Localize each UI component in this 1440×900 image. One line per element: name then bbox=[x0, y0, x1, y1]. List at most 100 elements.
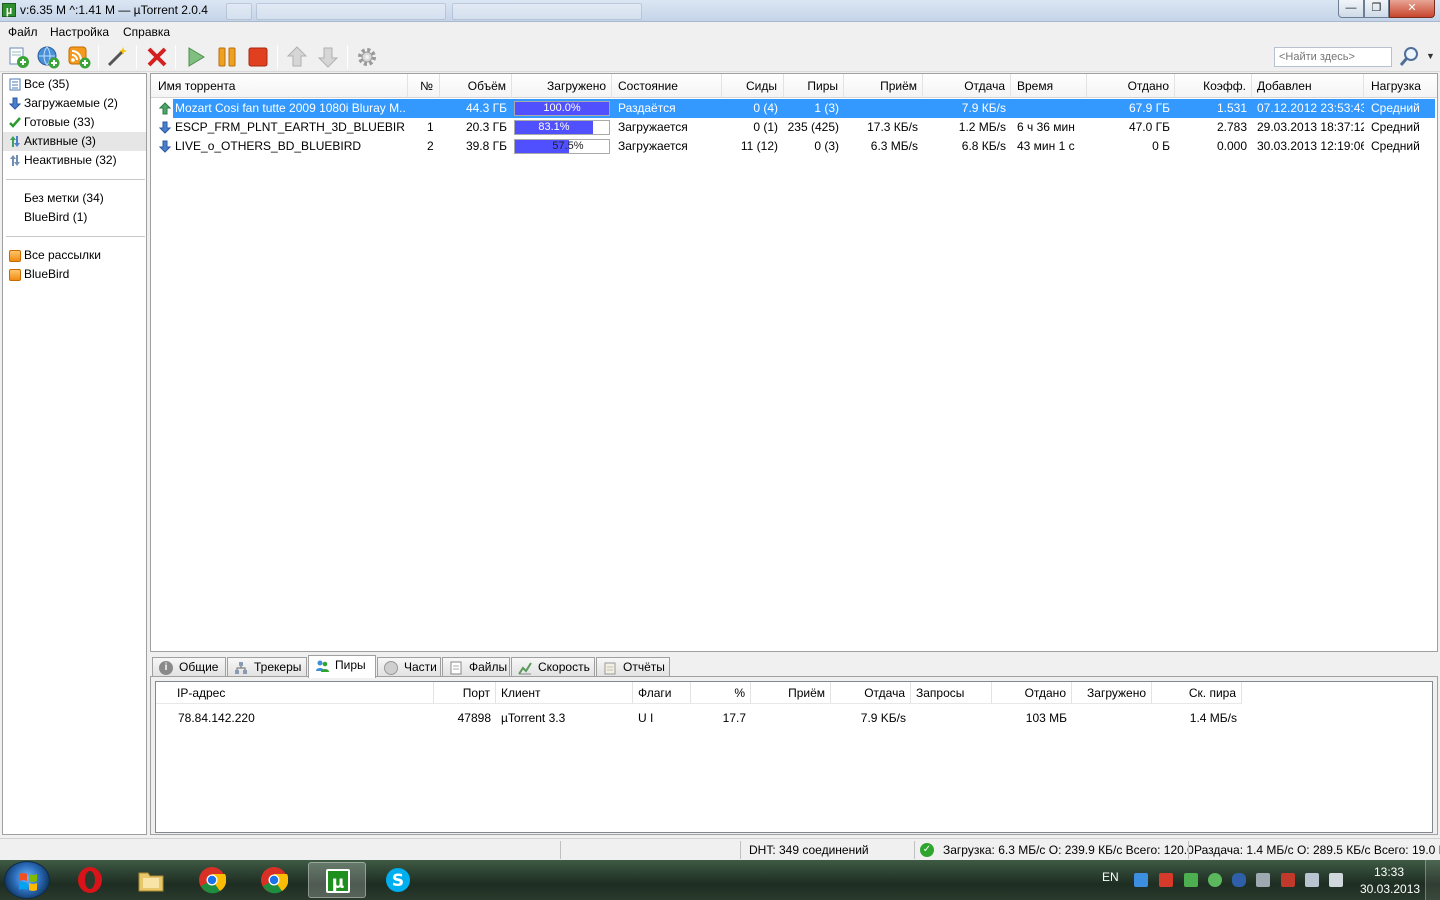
column-header-seeds[interactable]: Сиды bbox=[722, 74, 784, 98]
tab-files[interactable]: Файлы bbox=[442, 657, 510, 677]
taskbar-explorer[interactable] bbox=[122, 862, 180, 898]
keyboard-language-indicator[interactable]: EN bbox=[1102, 870, 1119, 884]
show-desktop-button[interactable] bbox=[1425, 860, 1440, 900]
peers-panel: IP-адрес Порт Клиент Флаги % Приём Отдач… bbox=[150, 676, 1438, 835]
peers-header-peer-speed[interactable]: Ск. пира bbox=[1152, 682, 1242, 704]
torrent-up-speed: 1.2 МБ/s bbox=[958, 120, 1006, 134]
taskbar-utorrent[interactable]: µ bbox=[308, 862, 366, 898]
torrent-row[interactable]: LIVE_o_OTHERS_BD_BLUEBIRD 2 39.8 ГБ 57.5… bbox=[151, 137, 1437, 156]
column-header-added[interactable]: Добавлен bbox=[1252, 74, 1364, 98]
tab-trackers[interactable]: Трекеры bbox=[227, 657, 307, 677]
peers-header-flags[interactable]: Флаги bbox=[633, 682, 691, 704]
torrent-ratio: 2.783 bbox=[1216, 120, 1247, 134]
tray-utorrent-icon[interactable] bbox=[1208, 873, 1222, 887]
menu-help[interactable]: Справка bbox=[123, 25, 170, 39]
column-header-number[interactable]: № bbox=[408, 74, 440, 98]
sidebar-item-downloading[interactable]: Загружаемые (2) bbox=[3, 94, 146, 113]
add-torrent-icon[interactable] bbox=[6, 45, 30, 69]
taskbar-opera[interactable] bbox=[61, 862, 119, 898]
peers-header-downloaded[interactable]: Загружено bbox=[1072, 682, 1152, 704]
tray-volume-icon[interactable] bbox=[1329, 873, 1343, 887]
column-header-eta[interactable]: Время bbox=[1011, 74, 1087, 98]
add-rss-feed-icon[interactable] bbox=[67, 45, 91, 69]
network-ok-icon[interactable]: ✓ bbox=[920, 843, 934, 857]
menu-settings[interactable]: Настройка bbox=[50, 25, 109, 39]
tab-logger[interactable]: Отчёты bbox=[596, 657, 670, 677]
tray-monitor-icon[interactable] bbox=[1305, 873, 1319, 887]
tab-speed[interactable]: Скорость bbox=[511, 657, 595, 677]
utorrent-icon: µ bbox=[326, 869, 350, 893]
create-torrent-wand-icon[interactable] bbox=[105, 45, 129, 69]
sidebar-item-feed-bluebird[interactable]: BlueBird bbox=[3, 265, 146, 284]
minimize-button[interactable]: — bbox=[1338, 0, 1364, 18]
sidebar-item-label-bluebird[interactable]: BlueBird (1) bbox=[3, 208, 146, 227]
clock-date[interactable]: 30.03.2013 bbox=[1360, 882, 1420, 896]
start-icon[interactable] bbox=[184, 45, 208, 69]
peers-header-ip[interactable]: IP-адрес bbox=[156, 682, 434, 704]
svg-text:S: S bbox=[392, 871, 404, 891]
sidebar-item-active[interactable]: Активные (3) bbox=[3, 132, 146, 151]
tray-flag-icon[interactable] bbox=[1256, 873, 1270, 887]
sidebar-item-inactive[interactable]: Неактивные (32) bbox=[3, 151, 146, 170]
torrent-status: Раздаётся bbox=[618, 101, 676, 115]
peers-header-percent[interactable]: % bbox=[691, 682, 751, 704]
search-icon[interactable] bbox=[1398, 46, 1420, 68]
peer-percent: 17.7 bbox=[722, 711, 746, 725]
menu-file[interactable]: Файл bbox=[8, 25, 38, 39]
settings-gear-icon[interactable] bbox=[355, 45, 379, 69]
peers-header-port[interactable]: Порт bbox=[434, 682, 496, 704]
tray-bluetooth-icon[interactable] bbox=[1232, 873, 1246, 887]
tray-app-icon[interactable] bbox=[1281, 873, 1295, 887]
sidebar-item-no-label[interactable]: Без метки (34) bbox=[3, 189, 146, 208]
torrent-row[interactable]: ESCP_FRM_PLNT_EARTH_3D_BLUEBIRD.iso 1 20… bbox=[151, 118, 1437, 137]
move-down-queue-icon[interactable] bbox=[316, 45, 340, 69]
tray-network-shield-icon[interactable] bbox=[1134, 873, 1148, 887]
torrent-row[interactable]: Mozart Cosi fan tutte 2009 1080i Bluray … bbox=[151, 99, 1437, 118]
sidebar-item-completed[interactable]: Готовые (33) bbox=[3, 113, 146, 132]
info-icon: i bbox=[159, 661, 173, 675]
peers-header-down-speed[interactable]: Приём bbox=[751, 682, 831, 704]
remove-torrent-icon[interactable] bbox=[145, 45, 169, 69]
torrent-eta: 6 ч 36 мин bbox=[1017, 120, 1075, 134]
stop-icon[interactable] bbox=[246, 45, 270, 69]
torrent-up-speed: 6.8 КБ/s bbox=[961, 139, 1006, 153]
tab-pieces[interactable]: Части bbox=[377, 657, 441, 677]
taskbar-chrome[interactable] bbox=[183, 862, 241, 898]
column-header-load[interactable]: Нагрузка bbox=[1364, 74, 1437, 98]
sidebar-item-all[interactable]: Все (35) bbox=[3, 75, 146, 94]
upload-status[interactable]: Раздача: 1.4 МБ/с О: 289.5 КБ/с Всего: 1… bbox=[1194, 843, 1440, 857]
search-input[interactable] bbox=[1274, 47, 1392, 67]
column-header-size[interactable]: Объём bbox=[440, 74, 512, 98]
peers-header-uploaded[interactable]: Отдано bbox=[992, 682, 1072, 704]
peers-header-requests[interactable]: Запросы bbox=[911, 682, 992, 704]
explorer-folder-icon bbox=[138, 872, 164, 892]
column-header-up-speed[interactable]: Отдача bbox=[923, 74, 1011, 98]
taskbar-chrome[interactable] bbox=[245, 862, 303, 898]
torrent-uploaded: 67.9 ГБ bbox=[1128, 101, 1170, 115]
search-dropdown-chevron-icon[interactable]: ▼ bbox=[1426, 51, 1435, 61]
maximize-button[interactable]: ❐ bbox=[1364, 0, 1389, 18]
peer-client: µTorrent 3.3 bbox=[501, 711, 566, 725]
download-status[interactable]: Загрузка: 6.3 МБ/с О: 239.9 КБ/с Всего: … bbox=[943, 843, 1194, 857]
tray-antivirus-icon[interactable] bbox=[1159, 873, 1173, 887]
add-torrent-from-url-icon[interactable] bbox=[36, 45, 60, 69]
clock-time[interactable]: 13:33 bbox=[1374, 865, 1404, 879]
tray-update-icon[interactable] bbox=[1184, 873, 1198, 887]
column-header-status[interactable]: Состояние bbox=[612, 74, 722, 98]
taskbar-skype[interactable]: S bbox=[369, 862, 427, 898]
pause-icon[interactable] bbox=[215, 45, 239, 69]
column-header-uploaded[interactable]: Отдано bbox=[1087, 74, 1175, 98]
tab-general[interactable]: i Общие bbox=[152, 657, 226, 677]
sidebar-item-all-feeds[interactable]: Все рассылки bbox=[3, 246, 146, 265]
column-header-done[interactable]: Загружено bbox=[512, 74, 612, 98]
column-header-down-speed[interactable]: Приём bbox=[844, 74, 923, 98]
column-header-name[interactable]: Имя торрента bbox=[151, 74, 408, 98]
close-button[interactable]: ✕ bbox=[1389, 0, 1435, 18]
peers-header-client[interactable]: Клиент bbox=[496, 682, 633, 704]
peers-header-up-speed[interactable]: Отдача bbox=[831, 682, 911, 704]
move-up-queue-icon[interactable] bbox=[285, 45, 309, 69]
column-header-peers[interactable]: Пиры bbox=[784, 74, 844, 98]
column-header-ratio[interactable]: Коэфф. bbox=[1175, 74, 1252, 98]
start-button[interactable] bbox=[4, 861, 50, 899]
tab-peers[interactable]: Пиры bbox=[308, 655, 376, 678]
